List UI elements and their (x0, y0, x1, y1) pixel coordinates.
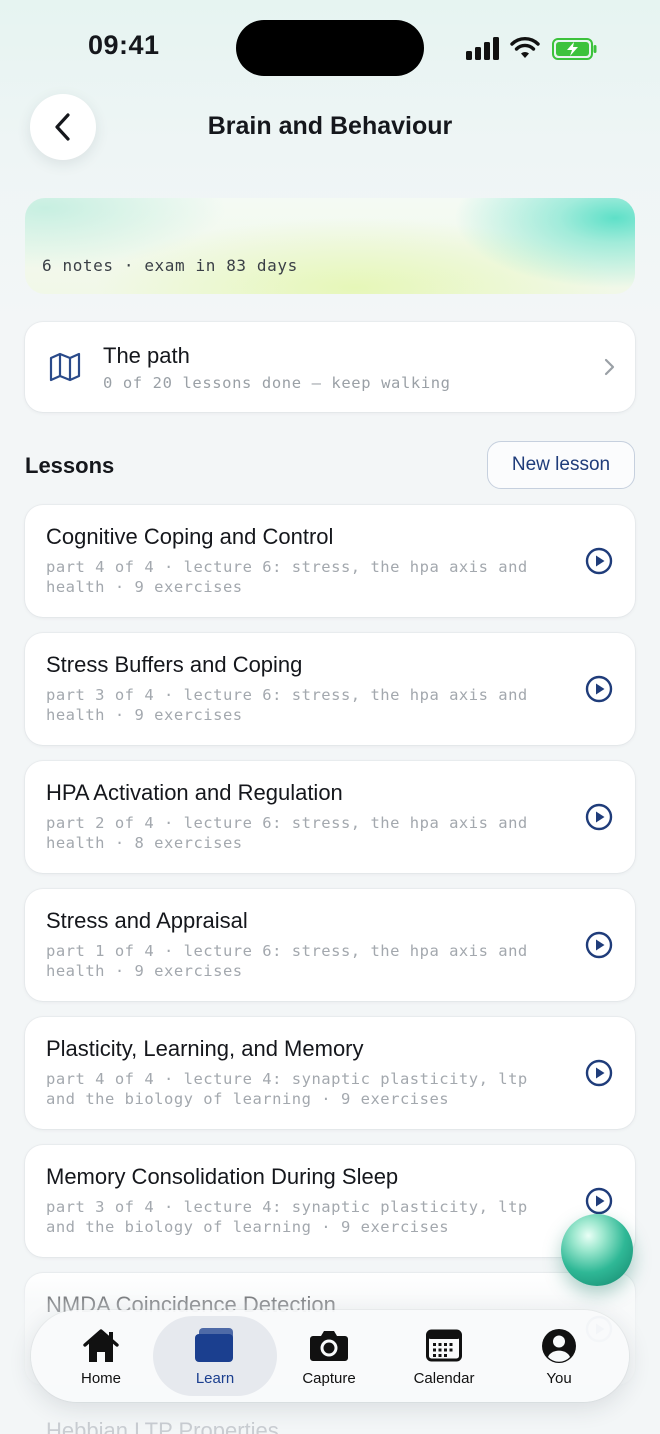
lesson-title: Memory Consolidation During Sleep (46, 1164, 399, 1189)
lesson-meta: part 2 of 4 · lecture 6: stress, the hpa… (46, 814, 528, 852)
lessons-heading: Lessons (25, 453, 115, 478)
tab-label: You (546, 1370, 572, 1387)
lesson-meta: part 3 of 4 · lecture 6: stress, the hpa… (46, 686, 528, 724)
tab-calendar[interactable]: Calendar (386, 1310, 502, 1402)
lesson-meta: part 4 of 4 · lecture 6: stress, the hpa… (46, 558, 528, 596)
wifi-icon (510, 37, 540, 58)
lesson-title: HPA Activation and Regulation (46, 780, 343, 805)
course-meta: 6 notes · exam in 83 days (42, 256, 298, 275)
lesson-card[interactable]: Stress Buffers and Coping part 3 of 4 · … (25, 633, 635, 745)
status-icons (466, 36, 606, 60)
tab-label: Capture (302, 1370, 356, 1387)
assistant-orb-button[interactable] (561, 1214, 633, 1286)
chevron-right-icon (604, 358, 615, 376)
lesson-title: Cognitive Coping and Control (46, 524, 334, 549)
path-progress: 0 of 20 lessons done — keep walking (103, 374, 451, 392)
lesson-card[interactable]: Stress and Appraisal part 1 of 4 · lectu… (25, 889, 635, 1001)
tab-bar: Home Learn Capture Calendar You (31, 1310, 629, 1402)
cards-icon (195, 1328, 233, 1362)
tab-label: Home (80, 1370, 121, 1387)
new-lesson-button[interactable]: New lesson (487, 441, 635, 489)
lesson-card[interactable]: Cognitive Coping and Control part 4 of 4… (25, 505, 635, 617)
tab-home[interactable]: Home (43, 1310, 159, 1402)
signal-icon (466, 36, 502, 60)
tab-label: Learn (195, 1370, 235, 1387)
play-icon[interactable] (585, 1059, 613, 1087)
person-icon (542, 1329, 576, 1363)
page-title: Brain and Behaviour (207, 112, 453, 140)
lesson-meta: part 3 of 4 · lecture 4: synaptic plasti… (46, 1198, 528, 1236)
lesson-meta: part 4 of 4 · lecture 4: synaptic plasti… (46, 1070, 528, 1108)
play-icon[interactable] (585, 931, 613, 959)
camera-icon (310, 1331, 348, 1361)
dynamic-island (236, 20, 424, 76)
lesson-title: Stress Buffers and Coping (46, 652, 303, 677)
home-icon (83, 1329, 119, 1362)
map-icon (49, 352, 81, 382)
tab-capture[interactable]: Capture (271, 1310, 387, 1402)
play-icon[interactable] (585, 803, 613, 831)
calendar-icon (426, 1329, 462, 1362)
tab-learn[interactable]: Learn (153, 1310, 277, 1402)
path-title: The path (103, 343, 190, 368)
play-icon[interactable] (585, 1187, 613, 1215)
battery-charging-icon (552, 38, 597, 60)
lesson-card[interactable]: HPA Activation and Regulation part 2 of … (25, 761, 635, 873)
tab-you[interactable]: You (501, 1310, 617, 1402)
play-icon[interactable] (585, 547, 613, 575)
lesson-title: Hebbian LTP Properties (46, 1418, 279, 1434)
tab-label: Calendar (413, 1370, 475, 1387)
lesson-meta: part 1 of 4 · lecture 6: stress, the hpa… (46, 942, 528, 980)
lesson-title: Stress and Appraisal (46, 908, 248, 933)
play-icon[interactable] (585, 675, 613, 703)
status-time: 09:41 (88, 30, 160, 60)
lesson-card[interactable]: Memory Consolidation During Sleep part 3… (25, 1145, 635, 1257)
lesson-title: Plasticity, Learning, and Memory (46, 1036, 364, 1061)
path-card[interactable]: The path 0 of 20 lessons done — keep wal… (25, 322, 635, 412)
course-banner: 6 notes · exam in 83 days (25, 198, 635, 294)
lesson-card[interactable]: Plasticity, Learning, and Memory part 4 … (25, 1017, 635, 1129)
